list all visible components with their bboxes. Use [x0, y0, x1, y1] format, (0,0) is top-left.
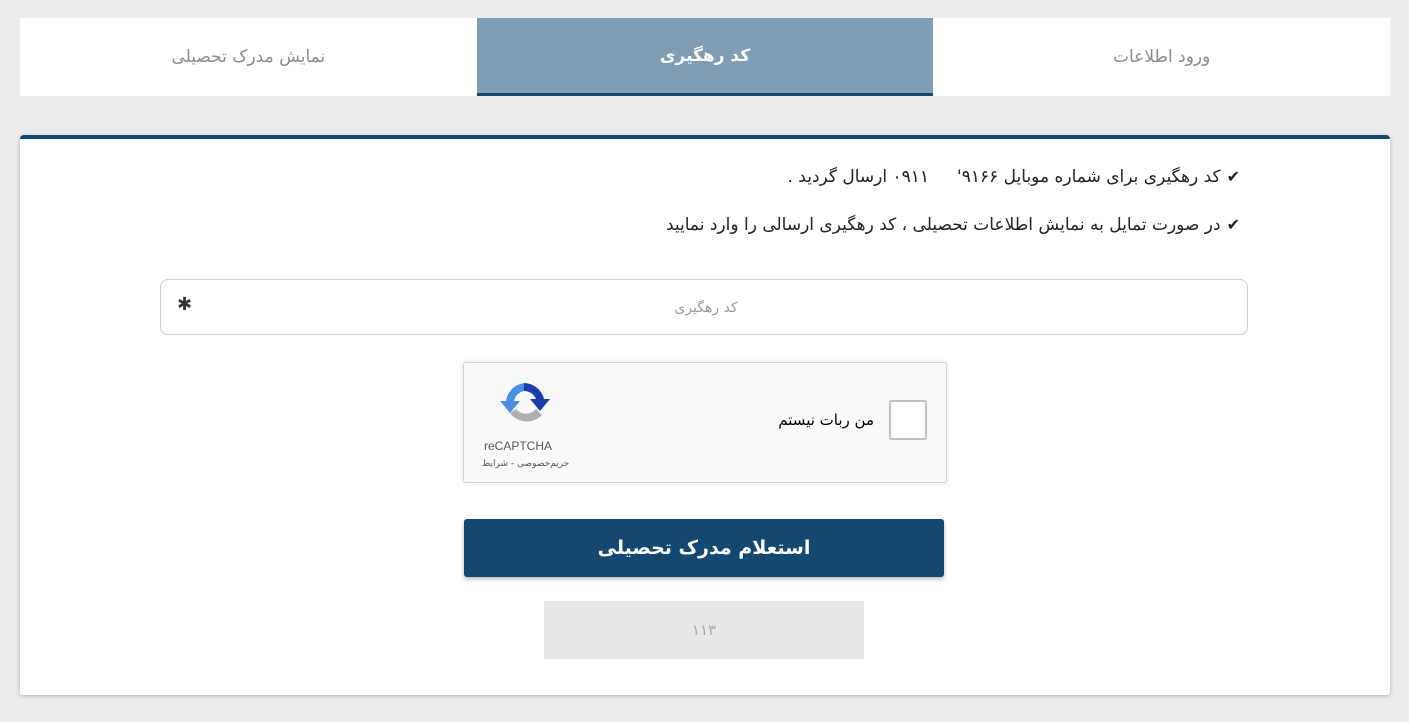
recaptcha-checkbox[interactable]	[889, 400, 927, 440]
notice-text-part-1: کد رهگیری برای شماره موبایل ۹۱۶۶'	[957, 167, 1221, 187]
notice-text: در صورت تمایل به نمایش اطلاعات تحصیلی ، …	[665, 215, 1221, 235]
tab-bar: نمایش مدرک تحصیلی کد رهگیری ورود اطلاعات	[20, 18, 1390, 96]
notice-text-part-2: ۰۹۱۱ ارسال گردید .	[787, 167, 930, 187]
sms-sent-notice: ✔ کد رهگیری برای شماره موبایل ۹۱۶۶' ۰۹۱۱ ا…	[787, 167, 1240, 187]
tracking-code-field: ✱	[160, 279, 1251, 336]
recaptcha-brand: reCAPTCHA	[484, 439, 553, 453]
recaptcha-widget: من ربات نیستم reCAPTCHA حریم‌خصوصی - شرا…	[463, 362, 947, 483]
enter-code-notice: ✔ در صورت تمایل به نمایش اطلاعات تحصیلی ،…	[666, 215, 1240, 235]
check-icon: ✔	[1226, 167, 1240, 186]
tracking-panel: ✔ کد رهگیری برای شماره موبایل ۹۱۶۶' ۰۹۱۱ ا…	[20, 135, 1390, 695]
required-asterisk-icon: ✱	[177, 294, 193, 315]
tab-show-certificate[interactable]: نمایش مدرک تحصیلی	[20, 18, 477, 96]
security-code-display[interactable]: ۱۱۳	[544, 601, 864, 659]
tab-enter-info[interactable]: ورود اطلاعات	[933, 18, 1390, 96]
check-icon: ✔	[1226, 215, 1240, 234]
recaptcha-logo-icon	[500, 383, 550, 422]
recaptcha-label: من ربات نیستم	[778, 411, 874, 429]
tracking-code-input[interactable]	[161, 280, 1251, 336]
tab-tracking-code[interactable]: کد رهگیری	[476, 18, 934, 96]
inquire-certificate-button[interactable]: استعلام مدرک تحصیلی	[464, 519, 944, 577]
recaptcha-links[interactable]: حریم‌خصوصی - شرایط	[482, 459, 569, 469]
